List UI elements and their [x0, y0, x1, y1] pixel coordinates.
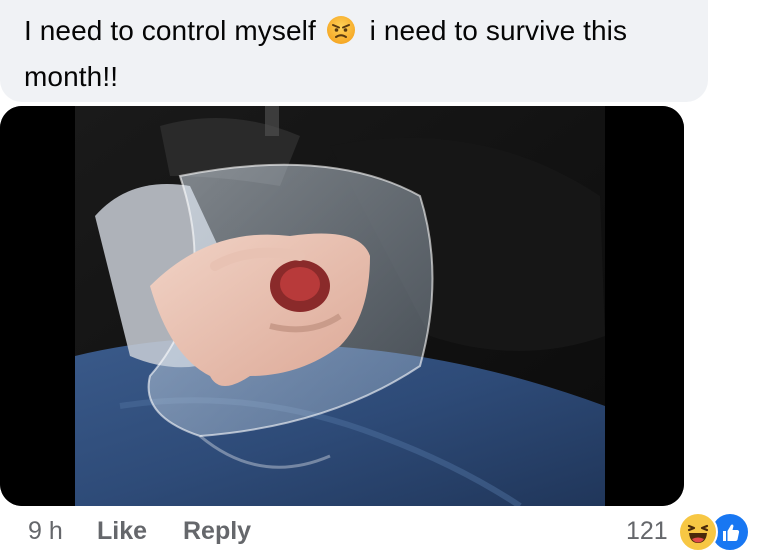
reply-button[interactable]: Reply	[183, 517, 251, 546]
haha-reaction-icon	[678, 512, 718, 552]
reaction-count[interactable]: 121	[626, 517, 668, 546]
comment-timestamp[interactable]: 9 h	[28, 517, 63, 546]
angry-face-icon	[326, 13, 356, 44]
comment-actions: 9 h Like Reply 121	[0, 506, 783, 557]
comment-text: I need to control myself i need to survi…	[24, 8, 688, 100]
reaction-summary[interactable]	[678, 512, 750, 552]
like-button[interactable]: Like	[97, 517, 147, 546]
hand-gesture-photo	[0, 106, 684, 506]
comment-text-part1: I need to control myself	[24, 15, 316, 46]
comment-bubble: I need to control myself i need to survi…	[0, 0, 708, 102]
comment-photo[interactable]	[0, 106, 684, 506]
